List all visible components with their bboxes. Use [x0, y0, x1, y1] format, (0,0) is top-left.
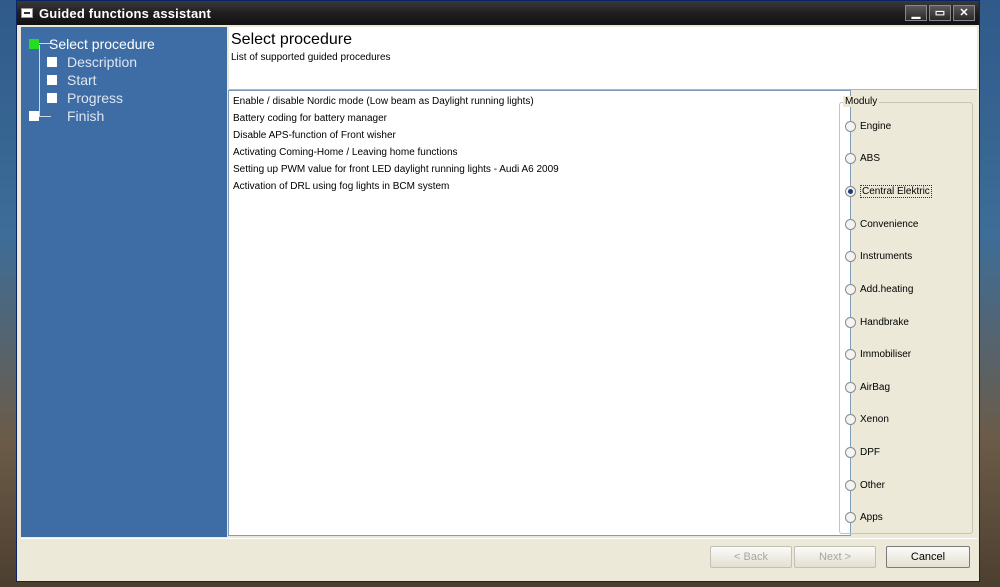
radio-handbrake[interactable]: Handbrake [845, 315, 909, 329]
step-label: Start [67, 72, 97, 88]
window-title: Guided functions assistant [39, 5, 212, 21]
step-indicator-icon [47, 75, 57, 85]
radio-label: Handbrake [860, 316, 909, 328]
radio-engine[interactable]: Engine [845, 119, 891, 133]
radio-label: Instruments [860, 250, 913, 262]
step-indicator-icon [47, 57, 57, 67]
page-subtitle: List of supported guided procedures [231, 52, 391, 63]
moduly-legend: Moduly [843, 96, 880, 107]
radio-label: Immobiliser [860, 348, 912, 360]
step-description: Description [47, 53, 137, 71]
step-label: Progress [67, 90, 124, 106]
radio-label: Convenience [860, 218, 919, 230]
radio-button-icon[interactable] [845, 218, 856, 230]
step-indicator-icon [29, 111, 39, 121]
radio-button-icon[interactable] [845, 120, 856, 132]
radio-label: Add.heating [860, 283, 914, 295]
radio-button-icon[interactable] [845, 479, 856, 491]
step-label: Select procedure [49, 36, 155, 52]
radio-convenience[interactable]: Convenience [845, 217, 918, 231]
list-item[interactable]: Activating Coming-Home / Leaving home fu… [233, 146, 458, 160]
guided-functions-window: Guided functions assistant ▁ ▭ ✕ Select … [16, 0, 980, 582]
page-header: Select procedure List of supported guide… [229, 27, 977, 90]
radio-xenon[interactable]: Xenon [845, 412, 889, 426]
radio-add-heating[interactable]: Add.heating [845, 282, 913, 296]
radio-label: Central Elektric [860, 184, 932, 198]
steps-sidebar: Select procedure Description Start Progr… [21, 27, 227, 537]
radio-central-elektric[interactable]: Central Elektric [845, 184, 932, 198]
radio-button-icon[interactable] [845, 511, 856, 523]
step-select-procedure: Select procedure [29, 35, 155, 53]
list-item[interactable]: Setting up PWM value for front LED dayli… [233, 163, 559, 177]
radio-label: Other [860, 479, 886, 491]
radio-button-icon[interactable] [845, 446, 856, 458]
step-finish: Finish [29, 107, 104, 125]
list-item[interactable]: Activation of DRL using fog lights in BC… [233, 180, 449, 194]
radio-apps[interactable]: Apps [845, 510, 883, 524]
list-item[interactable]: Disable APS-function of Front wisher [233, 129, 396, 143]
next-button[interactable]: Next > [794, 546, 876, 568]
close-button[interactable]: ✕ [953, 5, 975, 21]
system-menu-icon[interactable] [21, 8, 33, 18]
radio-label: Apps [860, 511, 883, 523]
minimize-button[interactable]: ▁ [905, 5, 927, 21]
radio-button-icon[interactable] [845, 185, 856, 197]
list-item[interactable]: Battery coding for battery manager [233, 112, 387, 126]
radio-button-icon[interactable] [845, 152, 856, 164]
radio-button-icon[interactable] [845, 413, 856, 425]
radio-other[interactable]: Other [845, 478, 885, 492]
radio-button-icon[interactable] [845, 381, 856, 393]
radio-label: Xenon [860, 413, 889, 425]
step-indicator-icon [29, 39, 39, 49]
back-button[interactable]: < Back [710, 546, 792, 568]
radio-button-icon[interactable] [845, 316, 856, 328]
step-label: Finish [67, 108, 105, 124]
step-indicator-icon [47, 93, 57, 103]
radio-button-icon[interactable] [845, 283, 856, 295]
radio-abs[interactable]: ABS [845, 151, 880, 165]
title-bar[interactable]: Guided functions assistant ▁ ▭ ✕ [17, 1, 979, 25]
radio-button-icon[interactable] [845, 348, 856, 360]
radio-label: ABS [860, 152, 881, 164]
procedure-list[interactable]: Enable / disable Nordic mode (Low beam a… [228, 90, 851, 536]
radio-instruments[interactable]: Instruments [845, 249, 912, 263]
page-title: Select procedure [231, 31, 352, 48]
radio-dpf[interactable]: DPF [845, 445, 880, 459]
step-progress: Progress [47, 89, 123, 107]
cancel-button[interactable]: Cancel [886, 546, 970, 568]
step-label: Description [67, 54, 138, 70]
maximize-button[interactable]: ▭ [929, 5, 951, 21]
step-start: Start [47, 71, 97, 89]
list-item[interactable]: Enable / disable Nordic mode (Low beam a… [233, 95, 534, 109]
radio-label: Engine [860, 120, 892, 132]
radio-airbag[interactable]: AirBag [845, 380, 890, 394]
radio-label: DPF [860, 446, 880, 458]
radio-button-icon[interactable] [845, 250, 856, 262]
radio-immobiliser[interactable]: Immobiliser [845, 347, 911, 361]
radio-label: AirBag [860, 381, 891, 393]
